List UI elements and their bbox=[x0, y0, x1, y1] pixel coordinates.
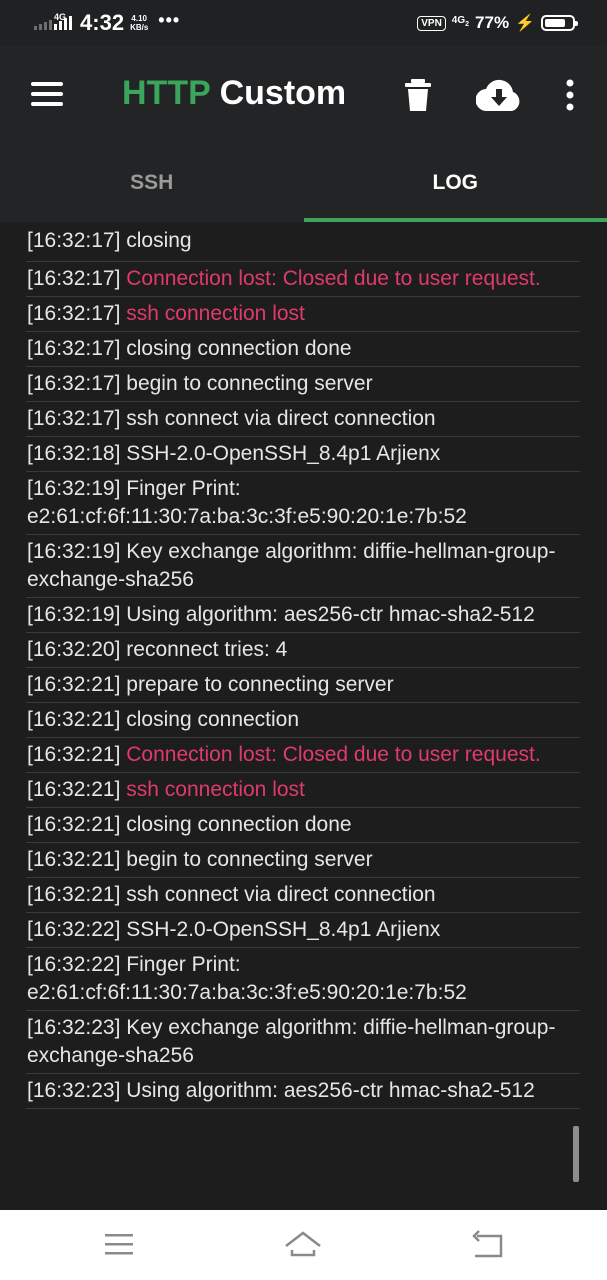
log-entry-partial: [16:32:17] closing bbox=[26, 222, 580, 262]
log-message: ssh connect via direct connection bbox=[126, 883, 436, 906]
log-message: prepare to connecting server bbox=[126, 673, 394, 696]
log-timestamp: [16:32:21] bbox=[27, 673, 121, 696]
log-message: ssh connect via direct connection bbox=[126, 407, 436, 430]
log-entry: [16:32:22] Finger Print: e2:61:cf:6f:11:… bbox=[26, 948, 580, 1011]
log-list: [16:32:17] closing [16:32:17] Connection… bbox=[26, 222, 580, 1109]
home-icon[interactable] bbox=[283, 1228, 323, 1262]
network-speed: 4.10 KB/s bbox=[130, 14, 148, 32]
log-message: SSH-2.0-OpenSSH_8.4p1 Arjienx bbox=[126, 918, 441, 941]
network-type-label: 4G bbox=[54, 12, 67, 22]
log-timestamp: [16:32:21] bbox=[27, 848, 121, 871]
log-entry: [16:32:23] Key exchange algorithm: diffi… bbox=[26, 1011, 580, 1074]
log-timestamp: [16:32:17] bbox=[27, 302, 121, 325]
log-message: closing connection bbox=[126, 708, 300, 731]
log-timestamp: [16:32:21] bbox=[27, 708, 121, 731]
app-toolbar: HTTP Custom bbox=[0, 46, 607, 144]
log-message-error: ssh connection lost bbox=[126, 778, 305, 801]
log-timestamp: [16:32:21] bbox=[27, 883, 121, 906]
lte-indicator: 4G2 bbox=[452, 16, 469, 30]
log-entry: [16:32:21] begin to connecting server bbox=[26, 843, 580, 878]
tab-bar: SSH LOG bbox=[0, 144, 607, 222]
log-entry: [16:32:21] Connection lost: Closed due t… bbox=[26, 738, 580, 773]
lte-sub-label: 2 bbox=[465, 21, 470, 28]
log-message: closing connection done bbox=[126, 337, 352, 360]
log-entry: [16:32:17] closing connection done bbox=[26, 332, 580, 367]
log-entry: [16:32:21] closing connection done bbox=[26, 808, 580, 843]
battery-icon bbox=[541, 15, 578, 31]
battery-fill bbox=[545, 19, 566, 27]
log-entry: [16:32:21] closing connection bbox=[26, 703, 580, 738]
log-partial-text: [16:32:17] closing bbox=[27, 229, 192, 252]
log-message: Using algorithm: aes256-ctr hmac-sha2-51… bbox=[126, 1079, 535, 1102]
system-nav-bar bbox=[0, 1210, 607, 1280]
log-message: Using algorithm: aes256-ctr hmac-sha2-51… bbox=[126, 603, 535, 626]
log-timestamp: [16:32:23] bbox=[27, 1016, 121, 1039]
tab-ssh[interactable]: SSH bbox=[0, 144, 304, 222]
log-timestamp: [16:32:19] bbox=[27, 540, 121, 563]
signal-strength-icon bbox=[34, 16, 52, 30]
tab-log[interactable]: LOG bbox=[303, 144, 607, 222]
log-entry: [16:32:21] ssh connection lost bbox=[26, 773, 580, 808]
network-speed-value: 4.10 bbox=[131, 14, 147, 23]
overflow-menu-icon[interactable] bbox=[560, 78, 580, 112]
log-entry: [16:32:17] ssh connection lost bbox=[26, 297, 580, 332]
log-message: begin to connecting server bbox=[126, 372, 373, 395]
log-entry: [16:32:19] Finger Print: e2:61:cf:6f:11:… bbox=[26, 472, 580, 535]
status-bar: 4G 4:32 4.10 KB/s ••• VPN 4G2 77% ⚡ bbox=[0, 0, 607, 46]
log-panel[interactable]: [16:32:17] closing [16:32:17] Connection… bbox=[0, 222, 607, 1210]
log-entry: [16:32:21] ssh connect via direct connec… bbox=[26, 878, 580, 913]
log-message: begin to connecting server bbox=[126, 848, 373, 871]
trash-icon[interactable] bbox=[402, 78, 434, 112]
log-timestamp: [16:32:18] bbox=[27, 442, 121, 465]
log-entry: [16:32:17] begin to connecting server bbox=[26, 367, 580, 402]
log-timestamp: [16:32:17] bbox=[27, 267, 121, 290]
log-timestamp: [16:32:22] bbox=[27, 953, 121, 976]
log-message-error: ssh connection lost bbox=[126, 302, 305, 325]
log-message: SSH-2.0-OpenSSH_8.4p1 Arjienx bbox=[126, 442, 441, 465]
log-entry: [16:32:20] reconnect tries: 4 bbox=[26, 633, 580, 668]
log-message-error: Connection lost: Closed due to user requ… bbox=[126, 743, 541, 766]
log-timestamp: [16:32:17] bbox=[27, 372, 121, 395]
scrollbar[interactable] bbox=[573, 1126, 579, 1182]
log-entry: [16:32:18] SSH-2.0-OpenSSH_8.4p1 Arjienx bbox=[26, 437, 580, 472]
app-title: HTTP Custom bbox=[122, 74, 346, 113]
recents-icon[interactable] bbox=[99, 1228, 139, 1262]
log-timestamp: [16:32:21] bbox=[27, 813, 121, 836]
app-title-accent: HTTP bbox=[122, 74, 211, 112]
vpn-badge: VPN bbox=[417, 15, 446, 31]
log-message-error: Connection lost: Closed due to user requ… bbox=[126, 267, 541, 290]
app-title-rest: Custom bbox=[210, 74, 347, 112]
log-entry: [16:32:17] Connection lost: Closed due t… bbox=[26, 262, 580, 297]
cloud-download-icon[interactable] bbox=[476, 78, 522, 112]
log-message: closing connection done bbox=[126, 813, 352, 836]
charging-icon: ⚡ bbox=[515, 15, 535, 32]
back-icon[interactable] bbox=[467, 1228, 507, 1262]
log-timestamp: [16:32:21] bbox=[27, 778, 121, 801]
log-entry: [16:32:19] Key exchange algorithm: diffi… bbox=[26, 535, 580, 598]
log-timestamp: [16:32:22] bbox=[27, 918, 121, 941]
log-timestamp: [16:32:20] bbox=[27, 638, 121, 661]
log-entry: [16:32:21] prepare to connecting server bbox=[26, 668, 580, 703]
log-message: reconnect tries: 4 bbox=[126, 638, 288, 661]
network-speed-unit: KB/s bbox=[130, 23, 149, 32]
log-timestamp: [16:32:17] bbox=[27, 337, 121, 360]
log-timestamp: [16:32:19] bbox=[27, 603, 121, 626]
log-timestamp: [16:32:19] bbox=[27, 477, 121, 500]
log-entry: [16:32:22] SSH-2.0-OpenSSH_8.4p1 Arjienx bbox=[26, 913, 580, 948]
more-notifications-icon: ••• bbox=[158, 9, 181, 30]
log-timestamp: [16:32:17] bbox=[27, 407, 121, 430]
log-timestamp: [16:32:23] bbox=[27, 1079, 121, 1102]
clock: 4:32 bbox=[80, 10, 125, 35]
log-timestamp: [16:32:21] bbox=[27, 743, 121, 766]
lte-label: 4G bbox=[451, 15, 466, 26]
hamburger-menu-icon[interactable] bbox=[31, 82, 63, 106]
log-entry: [16:32:23] Using algorithm: aes256-ctr h… bbox=[26, 1074, 580, 1109]
battery-percent: 77% bbox=[475, 13, 510, 32]
log-entry: [16:32:17] ssh connect via direct connec… bbox=[26, 402, 580, 437]
log-entry: [16:32:19] Using algorithm: aes256-ctr h… bbox=[26, 598, 580, 633]
